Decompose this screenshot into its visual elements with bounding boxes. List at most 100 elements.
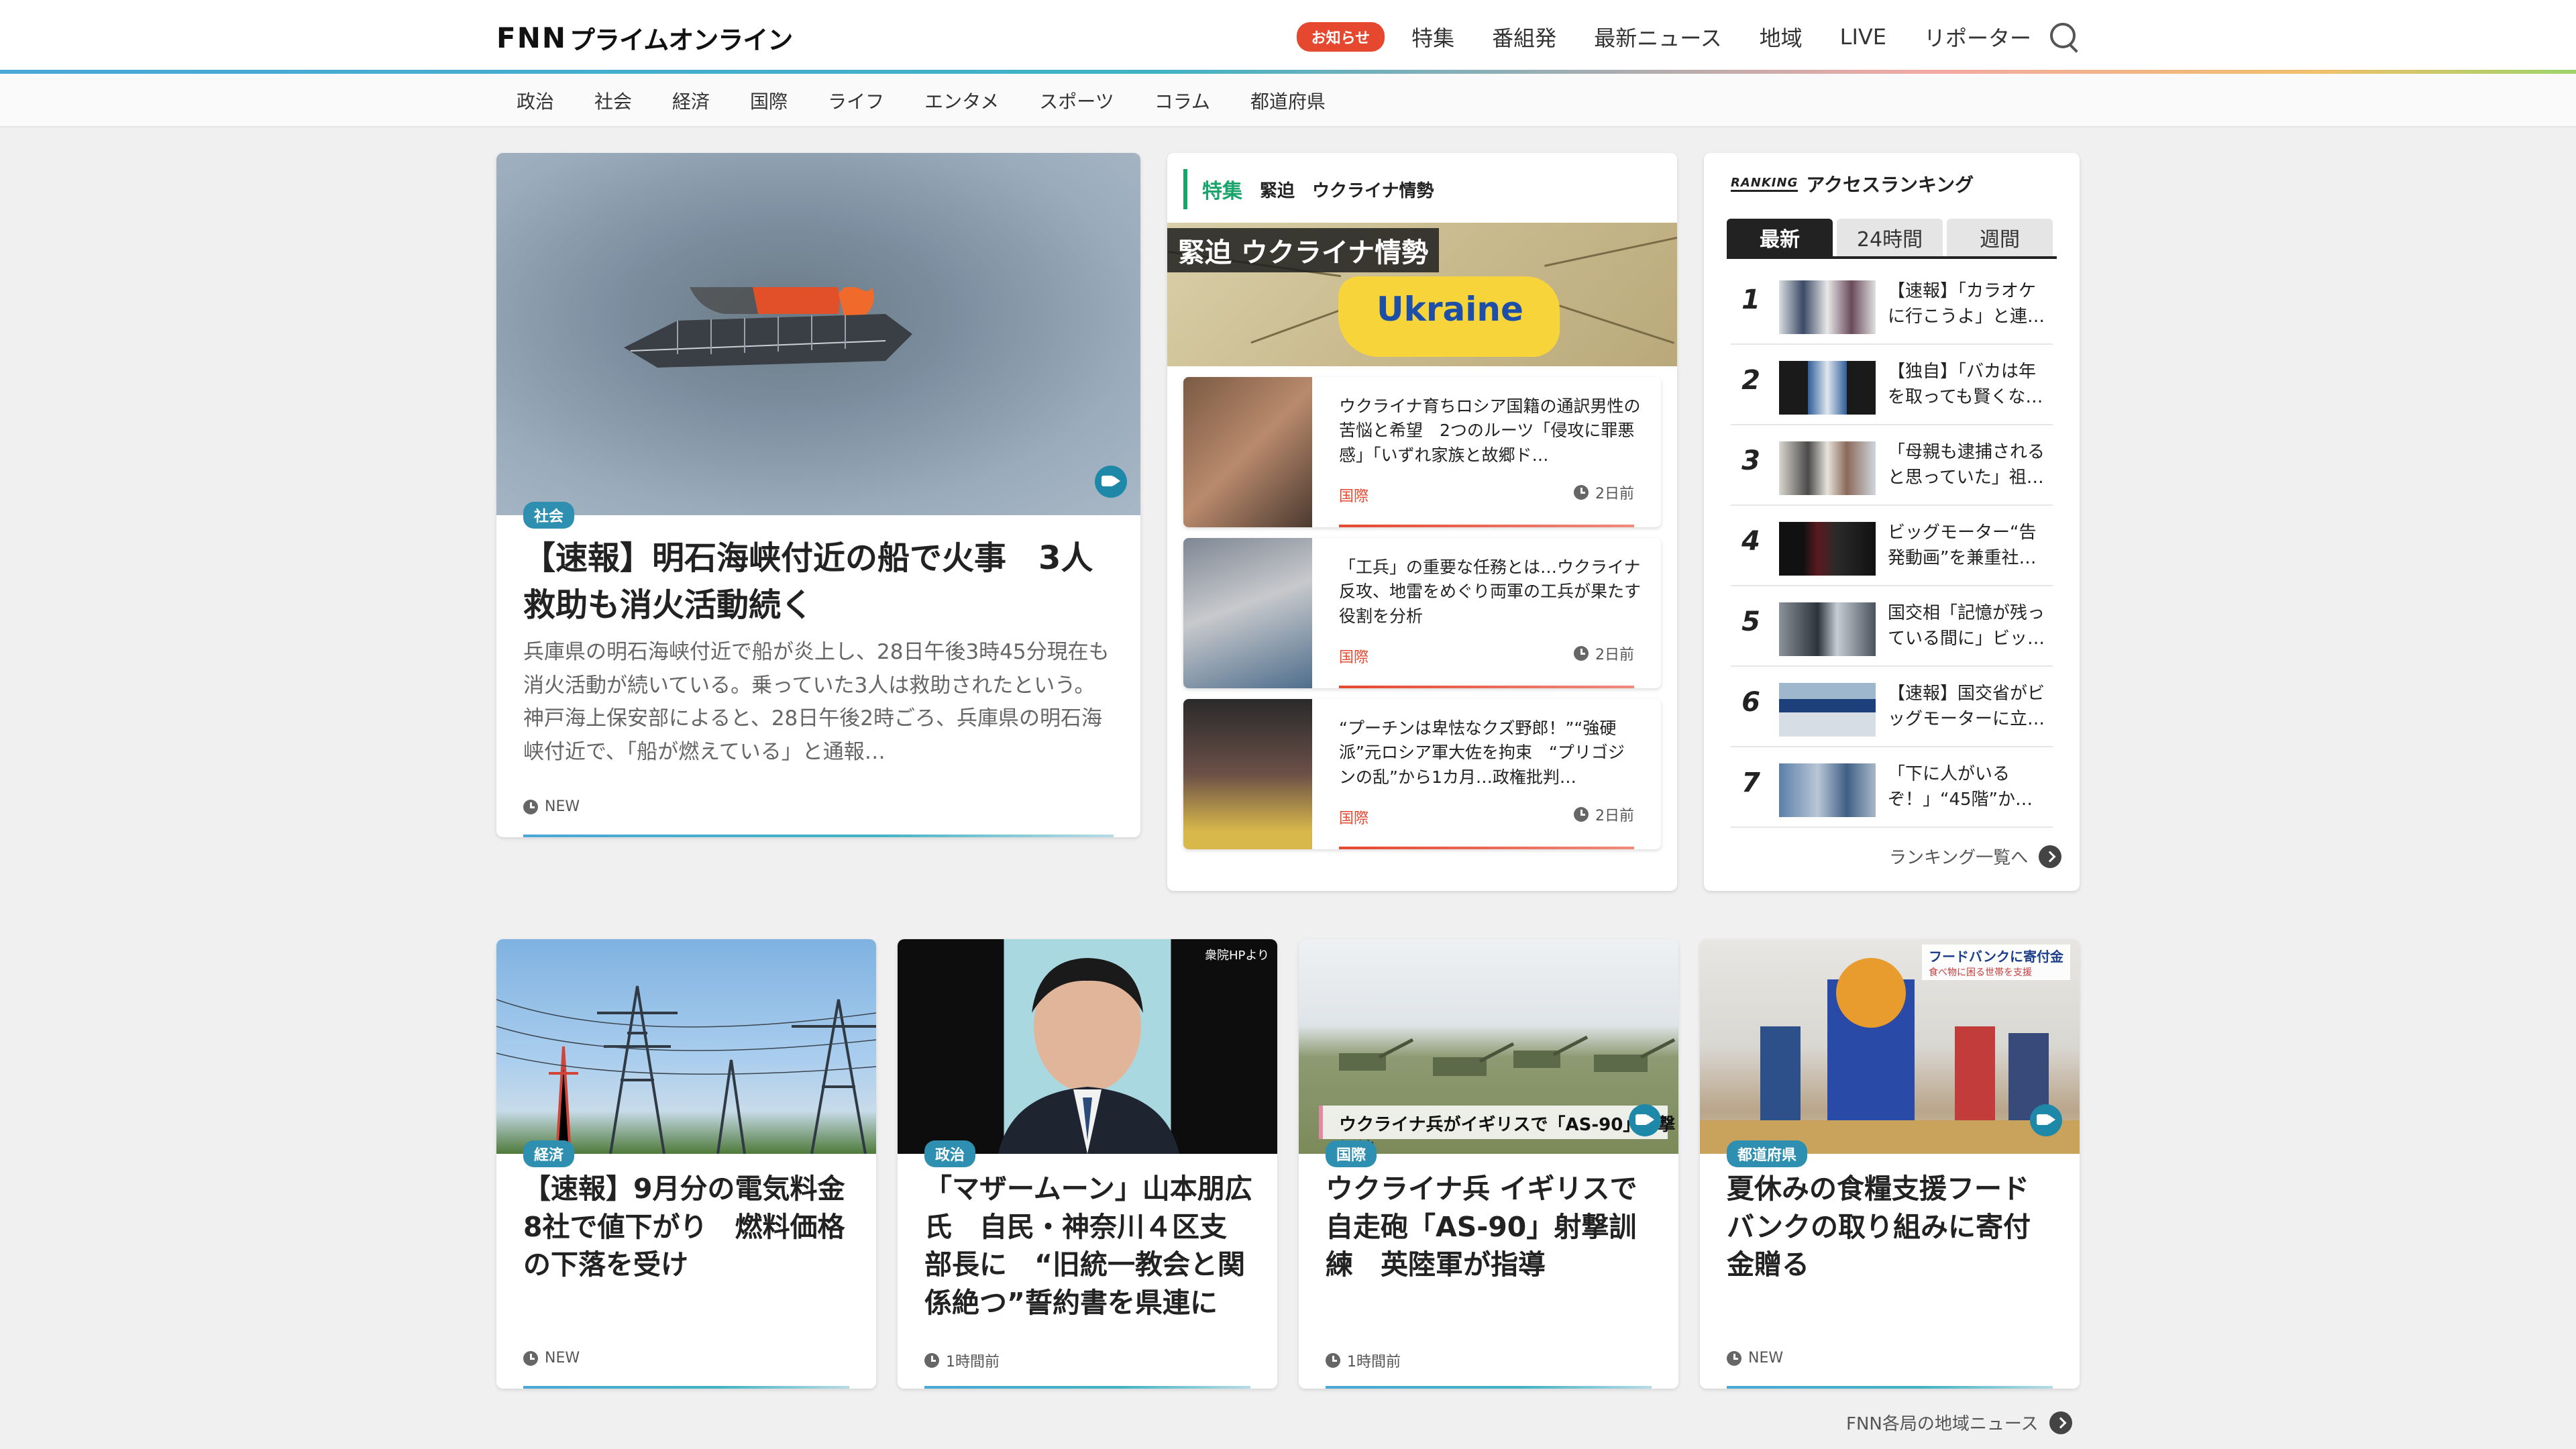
clock-icon xyxy=(1574,646,1589,661)
time-label: NEW xyxy=(545,798,580,815)
ranking-more-link[interactable]: ランキング一覧へ xyxy=(1889,844,2062,869)
ranking-item[interactable]: 7 「下に人がいるぞ！」“45階”か… xyxy=(1731,747,2053,828)
category-navigation: 政治 社会 経済 国際 ライフ エンタメ スポーツ コラム 都道府県 xyxy=(0,74,2576,127)
portrait-image xyxy=(998,958,1179,1154)
feature-banner[interactable]: Ukraine 緊迫 ウクライナ情勢 xyxy=(1167,223,1677,366)
card-accent-line xyxy=(1326,1386,1652,1389)
ranking-item[interactable]: 1 【速報】「カラオケに行こうよ」と連… xyxy=(1731,264,2053,345)
feature-item-category: 国際 xyxy=(1339,488,1369,505)
feature-item-category: 国際 xyxy=(1339,810,1369,827)
nav-bangumi[interactable]: 番組発 xyxy=(1492,21,1556,52)
nav-reporter[interactable]: リポーター xyxy=(1924,21,2031,52)
rank-title: 「母親も逮捕されると思っていた」祖… xyxy=(1888,442,2045,488)
ranking-item[interactable]: 6 【速報】国交省がビッグモーターに立… xyxy=(1731,667,2053,747)
notice-button[interactable]: お知らせ xyxy=(1296,22,1385,52)
category-international[interactable]: 国際 xyxy=(730,87,808,114)
rank-thumbnail xyxy=(1779,763,1876,817)
feature-item-time: 2日前 xyxy=(1574,804,1634,825)
category-society[interactable]: 社会 xyxy=(574,87,652,114)
article-title: ウクライナ兵 イギリスで自走砲「AS-90」射撃訓練 英陸軍が指導 xyxy=(1326,1173,1638,1281)
video-icon xyxy=(1095,466,1127,498)
category-badge[interactable]: 社会 xyxy=(523,502,575,529)
nav-tokushu[interactable]: 特集 xyxy=(1411,21,1454,52)
article-image: フードバンクに寄付金 食べ物に困る世帯を支援 xyxy=(1700,939,2080,1154)
article-card[interactable]: ウクライナ兵がイギリスで「AS-90」射撃訓練 国際 ウクライナ兵 イギリスで自… xyxy=(1299,939,1678,1389)
category-column[interactable]: コラム xyxy=(1134,87,1230,114)
rank-title: 【速報】「カラオケに行こうよ」と連… xyxy=(1888,281,2045,327)
image-caption-overlay: フードバンクに寄付金 xyxy=(1929,949,2063,965)
card-accent-line xyxy=(523,835,1114,837)
article-title: 【速報】9月分の電気料金8社で値下がり 燃料価格の下落を受け xyxy=(523,1173,845,1281)
rank-title: ビッグモーター“告発動画”を兼重社… xyxy=(1888,523,2037,568)
category-prefectures[interactable]: 都道府県 xyxy=(1230,87,1346,114)
category-politics[interactable]: 政治 xyxy=(496,87,574,114)
rank-thumbnail xyxy=(1779,441,1876,495)
article-time: 1時間前 xyxy=(924,1350,1000,1371)
feature-item-title: “プーチンは卑怯なクズ野郎！”“強硬派”元ロシア軍大佐を拘束 “プリゴジンの乱”… xyxy=(1339,718,1625,787)
nav-latest-news[interactable]: 最新ニュース xyxy=(1594,21,1721,52)
logo-subtitle: プライムオンライン xyxy=(570,25,793,55)
tab-latest[interactable]: 最新 xyxy=(1727,219,1833,256)
clock-icon xyxy=(1727,1350,1741,1366)
time-label: 1時間前 xyxy=(946,1354,1000,1371)
hero-title[interactable]: 【速報】明石海峡付近の船で火事 3人救助も消火活動続く xyxy=(523,535,1114,629)
hero-summary: 兵庫県の明石海峡付近で船が炎上し、28日午後3時45分現在も消火活動が続いている… xyxy=(523,640,1110,764)
category-life[interactable]: ライフ xyxy=(808,87,904,114)
category-economy[interactable]: 経済 xyxy=(652,87,730,114)
article-time: 1時間前 xyxy=(1326,1350,1401,1371)
hero-article-card[interactable]: 社会 【速報】明石海峡付近の船で火事 3人救助も消火活動続く 兵庫県の明石海峡付… xyxy=(496,153,1140,837)
category-badge[interactable]: 国際 xyxy=(1326,1140,1377,1167)
feature-item[interactable]: 「工兵」の重要な任務とは…ウクライナ反攻、地雷をめぐり両軍の工兵が果たす役割を分… xyxy=(1183,538,1661,688)
time-label: NEW xyxy=(545,1350,580,1366)
ranking-item[interactable]: 5 国交相「記憶が残っている間に」ビッ… xyxy=(1731,586,2053,667)
site-logo[interactable]: FNN プライムオンライン xyxy=(496,21,793,55)
regional-news-link[interactable]: FNN各局の地域ニュース xyxy=(1846,1410,2072,1435)
ranking-title: アクセスランキング xyxy=(1806,174,1974,196)
tab-weekly[interactable]: 週間 xyxy=(1947,219,2053,256)
feature-item-thumbnail xyxy=(1183,538,1312,688)
nav-live[interactable]: LIVE xyxy=(1840,24,1886,50)
category-entertainment[interactable]: エンタメ xyxy=(904,87,1019,114)
top-navigation: お知らせ 特集 番組発 最新ニュース 地域 LIVE リポーター xyxy=(1296,20,2081,54)
card-accent-line xyxy=(924,1386,1250,1389)
search-icon[interactable] xyxy=(2047,20,2081,54)
tab-24h[interactable]: 24時間 xyxy=(1837,219,1943,256)
page: FNN プライムオンライン お知らせ 特集 番組発 最新ニュース 地域 LIVE… xyxy=(0,0,2576,1449)
article-card[interactable]: 経済 【速報】9月分の電気料金8社で値下がり 燃料価格の下落を受け NEW xyxy=(496,939,876,1389)
logo-fnn: FNN xyxy=(496,21,567,54)
time-label: 2日前 xyxy=(1595,647,1634,663)
rank-number: 5 xyxy=(1741,606,1760,637)
article-card[interactable]: フードバンクに寄付金 食べ物に困る世帯を支援 都道府県 夏休みの食糧支援フードバ… xyxy=(1700,939,2080,1389)
feature-item[interactable]: ウクライナ育ちロシア国籍の通訳男性の苦悩と希望 2つのルーツ「侵攻に罪悪感」「い… xyxy=(1183,377,1661,527)
rank-number: 2 xyxy=(1741,365,1760,396)
hero-image xyxy=(496,153,1140,515)
feature-item-accent xyxy=(1339,686,1634,688)
ranking-item[interactable]: 2 【独自】「バカは年を取っても賢くな… xyxy=(1731,345,2053,425)
category-badge[interactable]: 経済 xyxy=(523,1140,575,1167)
ranking-item[interactable]: 4 ビッグモーター“告発動画”を兼重社… xyxy=(1731,506,2053,586)
feature-header[interactable]: 特集 緊迫 ウクライナ情勢 xyxy=(1183,169,1434,209)
clock-icon xyxy=(924,1353,939,1368)
feature-item-title: ウクライナ育ちロシア国籍の通訳男性の苦悩と希望 2つのルーツ「侵攻に罪悪感」「い… xyxy=(1339,396,1641,465)
feature-tag: 特集 xyxy=(1202,180,1242,203)
feature-item-thumbnail xyxy=(1183,377,1312,527)
time-label: 2日前 xyxy=(1595,486,1634,502)
feature-item[interactable]: “プーチンは卑怯なクズ野郎！”“強硬派”元ロシア軍大佐を拘束 “プリゴジンの乱”… xyxy=(1183,699,1661,849)
clock-icon xyxy=(1574,807,1589,822)
category-sports[interactable]: スポーツ xyxy=(1019,87,1134,114)
image-caption-sub: 食べ物に困る世帯を支援 xyxy=(1929,967,2032,978)
arrow-right-icon xyxy=(2039,845,2062,868)
category-badge[interactable]: 政治 xyxy=(924,1140,976,1167)
article-time: NEW xyxy=(523,1350,580,1366)
regional-news-label: FNN各局の地域ニュース xyxy=(1846,1414,2039,1434)
time-label: NEW xyxy=(1748,1350,1784,1366)
rank-thumbnail xyxy=(1779,602,1876,656)
nav-region[interactable]: 地域 xyxy=(1760,21,1803,52)
article-card[interactable]: 衆院HPより 政治 「マザームーン」山本朋広氏 自民・神奈川４区支部長に “旧統… xyxy=(898,939,1277,1389)
category-badge[interactable]: 都道府県 xyxy=(1727,1140,1808,1167)
banner-caption: 緊迫 ウクライナ情勢 xyxy=(1167,228,1440,272)
ranking-item[interactable]: 3 「母親も逮捕されると思っていた」祖… xyxy=(1731,425,2053,506)
banner-word: Ukraine xyxy=(1377,290,1523,329)
article-image: 衆院HPより xyxy=(898,939,1277,1154)
card-accent-line xyxy=(523,1386,849,1389)
